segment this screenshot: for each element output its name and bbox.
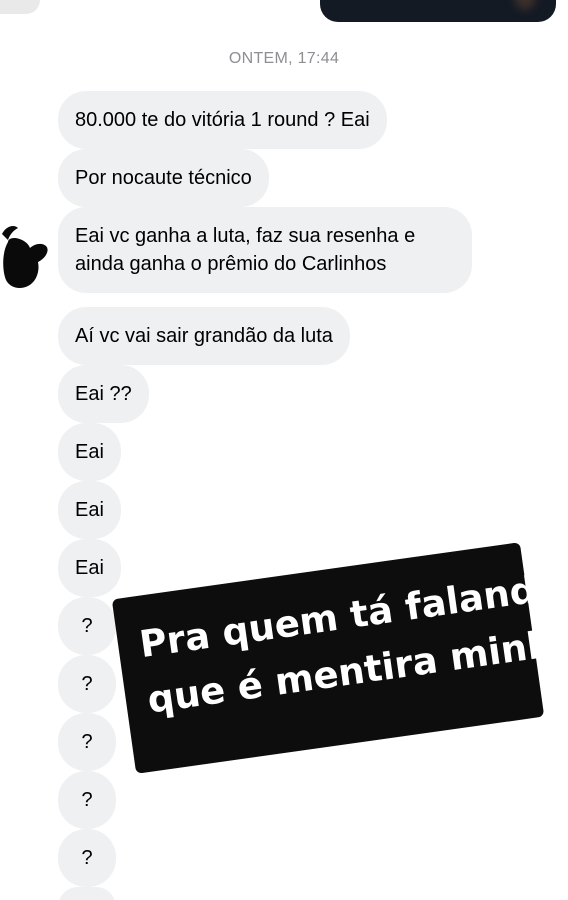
message-bubble[interactable]: Aí vc vai sair grandão da luta: [58, 307, 350, 365]
message-timestamp: ONTEM, 17:44: [228, 50, 340, 67]
message-bubble[interactable]: ?: [58, 771, 116, 829]
message-bubble[interactable]: ?: [58, 713, 116, 771]
message-bubble[interactable]: Eai ??: [58, 365, 149, 423]
media-highlight: [514, 0, 536, 10]
message-bubble[interactable]: ?: [58, 597, 116, 655]
message-bubble[interactable]: Eai: [58, 539, 121, 597]
message-bubble-partial[interactable]: [58, 887, 116, 900]
message-bubble[interactable]: ?: [58, 655, 116, 713]
chat-screen: ONTEM, 17:44 80.000 te do vitória 1 roun…: [0, 0, 568, 900]
avatar-icon[interactable]: [0, 212, 48, 290]
sent-media-preview[interactable]: [320, 0, 556, 22]
message-bubble[interactable]: Eai: [58, 481, 121, 539]
message-bubble[interactable]: Eai vc ganha a luta, faz sua resenha e a…: [58, 207, 472, 293]
previous-bubble-edge: [0, 0, 40, 14]
message-bubble[interactable]: Eai: [58, 423, 121, 481]
message-bubble[interactable]: ?: [58, 829, 116, 887]
message-bubble[interactable]: 80.000 te do vitória 1 round ? Eai: [58, 91, 387, 149]
message-bubble[interactable]: Por nocaute técnico: [58, 149, 269, 207]
